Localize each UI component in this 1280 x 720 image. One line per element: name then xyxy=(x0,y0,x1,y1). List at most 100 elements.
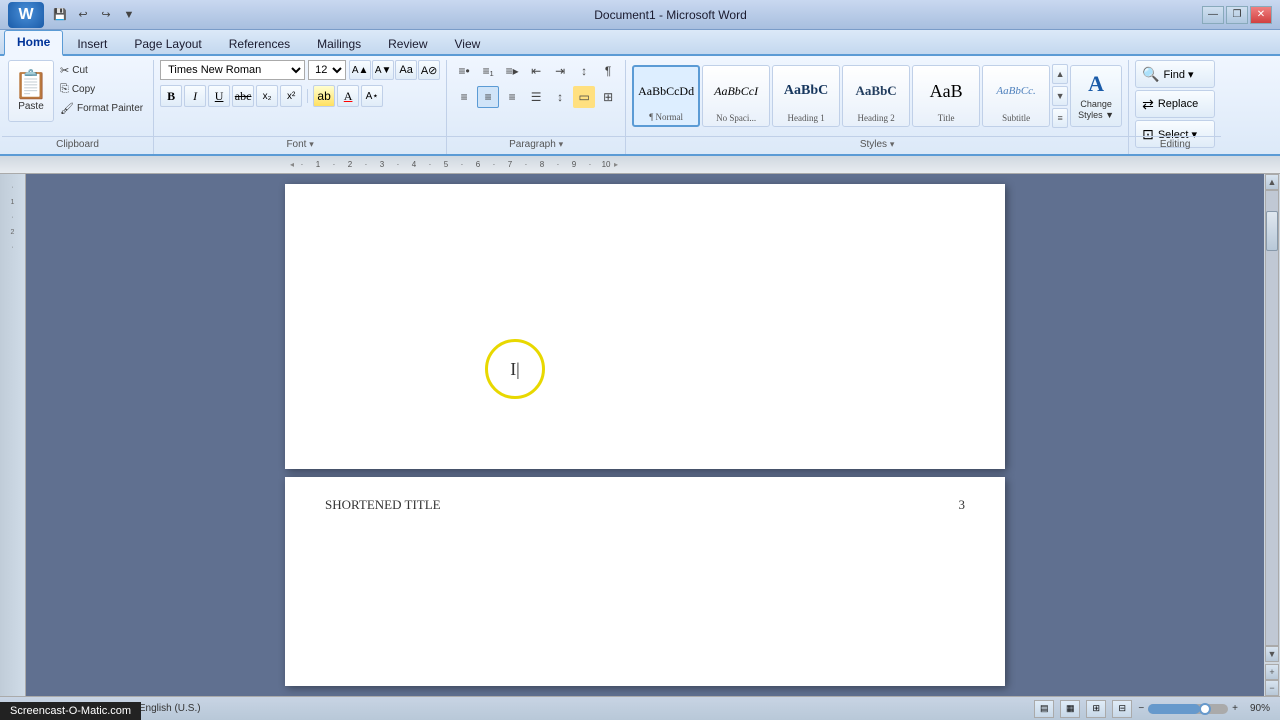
copy-button[interactable]: ⎘ Copy xyxy=(56,81,147,98)
scroll-down-button[interactable]: ▼ xyxy=(1265,646,1279,662)
vertical-scrollbar: ▲ ▼ + − xyxy=(1264,174,1280,696)
style-normal[interactable]: AaBbCcDd ¶ Normal xyxy=(632,65,700,127)
italic-button[interactable]: I xyxy=(184,85,206,107)
scroll-thumb[interactable] xyxy=(1266,211,1278,251)
shading-button[interactable]: ▭ xyxy=(573,86,595,108)
window-title: Document1 - Microsoft Word xyxy=(139,8,1202,22)
tab-view[interactable]: View xyxy=(442,32,494,54)
vertical-ruler: ·1·2· xyxy=(0,174,26,696)
borders-button[interactable]: ⊞ xyxy=(597,86,619,108)
format-painter-icon: 🖌 xyxy=(60,102,74,115)
watermark: Screencast-O-Matic.com xyxy=(0,702,141,720)
styles-more[interactable]: ≡ xyxy=(1052,108,1068,128)
font-name-select[interactable]: Times New Roman xyxy=(160,60,305,80)
style-heading2[interactable]: AaBbC Heading 2 xyxy=(842,65,910,127)
style-no-spacing[interactable]: AaBbCcI No Spaci... xyxy=(702,65,770,127)
styles-expand-icon[interactable]: ▾ xyxy=(890,139,895,149)
increase-indent-button[interactable]: ⇥ xyxy=(549,60,571,82)
tab-mailings[interactable]: Mailings xyxy=(304,32,374,54)
office-button[interactable]: W xyxy=(8,2,44,28)
find-button[interactable]: 🔍 Find ▾ xyxy=(1135,60,1215,88)
tab-review[interactable]: Review xyxy=(375,32,440,54)
superscript-button[interactable]: x² xyxy=(280,85,302,107)
header-page-number: 3 xyxy=(959,497,966,513)
page-2[interactable]: SHORTENED TITLE 3 xyxy=(285,477,1005,686)
tab-insert[interactable]: Insert xyxy=(64,32,120,54)
paragraph-group-label: Paragraph ▾ xyxy=(447,136,625,150)
find-icon: 🔍 xyxy=(1142,66,1159,83)
font-group-label: Font ▾ xyxy=(154,136,446,150)
subscript-button[interactable]: x₂ xyxy=(256,85,278,107)
style-heading1[interactable]: AaBbC Heading 1 xyxy=(772,65,840,127)
save-btn[interactable]: 💾 xyxy=(50,6,70,24)
styles-scroll-up[interactable]: ▲ xyxy=(1052,64,1068,84)
copy-icon: ⎘ xyxy=(60,83,69,96)
change-case-button[interactable]: Aa xyxy=(395,60,417,80)
cut-icon: ✂ xyxy=(60,64,69,77)
full-screen-view-button[interactable]: ▦ xyxy=(1060,700,1080,718)
zoom-in-doc-button[interactable]: + xyxy=(1265,664,1279,680)
change-styles-button[interactable]: A ChangeStyles ▼ xyxy=(1070,65,1122,127)
editing-group: 🔍 Find ▾ ⇄ Replace ⊡ Select ▾ Editing xyxy=(1129,60,1221,154)
tab-references[interactable]: References xyxy=(216,32,303,54)
highlight-button[interactable]: ab xyxy=(313,85,335,107)
numbering-button[interactable]: ≡₁ xyxy=(477,60,499,82)
font-size-select[interactable]: 12 xyxy=(308,60,346,80)
align-right-button[interactable]: ≡ xyxy=(501,86,523,108)
scroll-up-button[interactable]: ▲ xyxy=(1265,174,1279,190)
format-painter-button[interactable]: 🖌 Format Painter xyxy=(56,100,147,117)
underline-button[interactable]: U xyxy=(208,85,230,107)
close-btn[interactable]: ✕ xyxy=(1250,6,1272,24)
zoom-slider[interactable] xyxy=(1148,704,1228,714)
strikethrough-button[interactable]: abc xyxy=(232,85,254,107)
zoom-in-icon[interactable]: + xyxy=(1232,703,1238,714)
quick-access-toolbar: 💾 ↩ ↪ ▼ xyxy=(50,6,139,24)
status-bar: Page: 2 of 3 Words: 619 English (U.S.) ▤… xyxy=(0,696,1280,720)
replace-button[interactable]: ⇄ Replace xyxy=(1135,90,1215,118)
shrink-font-button[interactable]: A▼ xyxy=(372,60,394,80)
show-formatting-button[interactable]: ¶ xyxy=(597,60,619,82)
zoom-out-doc-button[interactable]: − xyxy=(1265,680,1279,696)
line-spacing-button[interactable]: ↕ xyxy=(549,86,571,108)
font-expand-icon[interactable]: ▾ xyxy=(309,139,314,149)
sort-button[interactable]: ↕ xyxy=(573,60,595,82)
align-center-button[interactable]: ≡ xyxy=(477,86,499,108)
scroll-track[interactable] xyxy=(1265,190,1279,646)
style-subtitle[interactable]: AaBbCc. Subtitle xyxy=(982,65,1050,127)
page-1[interactable]: I| xyxy=(285,184,1005,469)
zoom-out-icon[interactable]: − xyxy=(1138,703,1144,714)
paragraph-expand-icon[interactable]: ▾ xyxy=(559,139,564,149)
redo-btn[interactable]: ↪ xyxy=(96,6,116,24)
justify-button[interactable]: ☰ xyxy=(525,86,547,108)
print-layout-view-button[interactable]: ▤ xyxy=(1034,700,1054,718)
font-group: Times New Roman 12 A▲ A▼ Aa A⊘ B I U abc… xyxy=(154,60,447,154)
styles-group: AaBbCcDd ¶ Normal AaBbCcI No Spaci... Aa… xyxy=(626,60,1129,154)
bullets-button[interactable]: ≡• xyxy=(453,60,475,82)
zoom-slider-thumb[interactable] xyxy=(1199,703,1211,715)
web-layout-view-button[interactable]: ⊞ xyxy=(1086,700,1106,718)
bold-button[interactable]: B xyxy=(160,85,182,107)
outline-view-button[interactable]: ⊟ xyxy=(1112,700,1132,718)
language-indicator: English (U.S.) xyxy=(139,703,201,714)
ribbon-tabs: Home Insert Page Layout References Maili… xyxy=(0,30,1280,56)
multilevel-list-button[interactable]: ≡▸ xyxy=(501,60,523,82)
clear-formatting-button[interactable]: A⊘ xyxy=(418,60,440,80)
change-styles-label: ChangeStyles ▼ xyxy=(1078,99,1114,121)
customize-btn[interactable]: ▼ xyxy=(119,6,139,24)
text-effects-button[interactable]: A⋆ xyxy=(361,85,383,107)
paste-button[interactable]: 📋 Paste xyxy=(8,60,54,122)
align-left-button[interactable]: ≡ xyxy=(453,86,475,108)
minimize-btn[interactable]: — xyxy=(1202,6,1224,24)
maximize-btn[interactable]: ❐ xyxy=(1226,6,1248,24)
decrease-indent-button[interactable]: ⇤ xyxy=(525,60,547,82)
tab-page-layout[interactable]: Page Layout xyxy=(121,32,214,54)
style-title[interactable]: AaB Title xyxy=(912,65,980,127)
font-color-button[interactable]: A xyxy=(337,85,359,107)
undo-btn[interactable]: ↩ xyxy=(73,6,93,24)
cut-button[interactable]: ✂ Cut xyxy=(56,62,147,79)
pages-area[interactable]: I| SHORTENED TITLE 3 xyxy=(26,174,1264,696)
tab-home[interactable]: Home xyxy=(4,30,63,56)
styles-scroll-down[interactable]: ▼ xyxy=(1052,86,1068,106)
grow-font-button[interactable]: A▲ xyxy=(349,60,371,80)
page-header: SHORTENED TITLE 3 xyxy=(285,477,1005,523)
